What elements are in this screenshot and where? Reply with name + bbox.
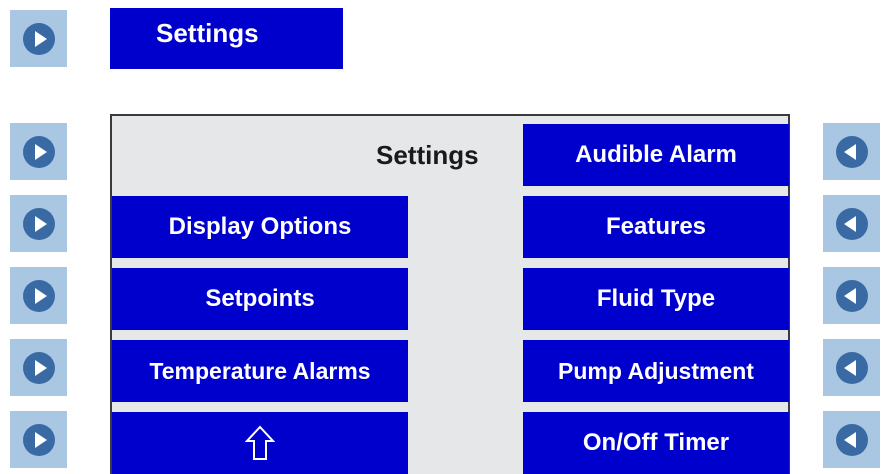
play-right-icon	[22, 279, 55, 312]
play-right-icon	[22, 351, 55, 384]
header-side-key[interactable]	[10, 10, 67, 67]
screen-title: Settings	[376, 140, 479, 170]
right-side-key-1[interactable]	[823, 123, 880, 180]
left-side-key-4[interactable]	[10, 339, 67, 396]
temperature-alarms-button[interactable]: Temperature Alarms	[112, 340, 408, 402]
play-right-icon	[22, 207, 55, 240]
play-right-icon	[22, 22, 55, 55]
left-side-key-1[interactable]	[10, 123, 67, 180]
features-button[interactable]: Features	[523, 196, 789, 258]
left-side-key-5[interactable]	[10, 411, 67, 468]
header-title: Settings	[110, 8, 343, 69]
right-side-key-3[interactable]	[823, 267, 880, 324]
play-right-icon	[22, 135, 55, 168]
pump-adjustment-button[interactable]: Pump Adjustment	[523, 340, 789, 402]
play-left-icon	[835, 207, 868, 240]
home-button[interactable]	[112, 412, 408, 474]
play-left-icon	[835, 351, 868, 384]
play-left-icon	[835, 279, 868, 312]
play-left-icon	[835, 423, 868, 456]
home-arrow-icon	[245, 425, 275, 460]
on-off-timer-button[interactable]: On/Off Timer	[523, 412, 789, 474]
right-side-key-5[interactable]	[823, 411, 880, 468]
setpoints-button[interactable]: Setpoints	[112, 268, 408, 330]
left-side-key-2[interactable]	[10, 195, 67, 252]
right-side-key-4[interactable]	[823, 339, 880, 396]
play-right-icon	[22, 423, 55, 456]
audible-alarm-button[interactable]: Audible Alarm	[523, 124, 789, 186]
display-options-button[interactable]: Display Options	[112, 196, 408, 258]
fluid-type-button[interactable]: Fluid Type	[523, 268, 789, 330]
right-side-key-2[interactable]	[823, 195, 880, 252]
play-left-icon	[835, 135, 868, 168]
left-side-key-3[interactable]	[10, 267, 67, 324]
